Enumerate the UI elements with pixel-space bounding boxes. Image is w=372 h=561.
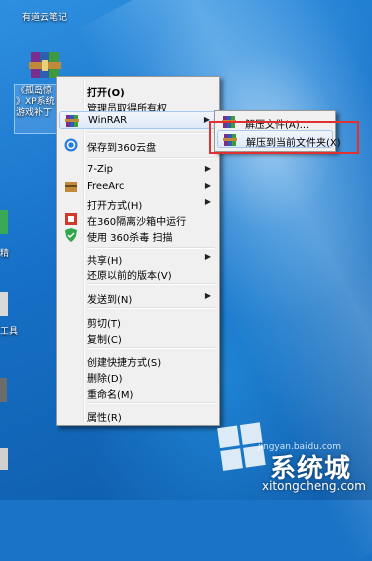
archive-file-label[interactable]: 《孤岛惊 》XP系统 游戏补丁 [16,86,55,119]
menu-item-properties[interactable]: 属性(R) [59,406,217,424]
menu-item-copy[interactable]: 复制(C) [59,328,217,346]
menu-separator [87,132,215,134]
shield-360-icon [65,228,77,242]
menu-separator [87,347,215,349]
menu-item-360-antivirus-scan[interactable]: 使用 360杀毒 扫描 [59,226,217,244]
menu-item-rename[interactable]: 重命名(M) [59,383,217,401]
submenu-arrow-icon: ▶ [204,291,211,300]
desktop-edge-icon [0,448,8,470]
submenu-arrow-icon: ▶ [204,197,211,206]
menu-item-send-to[interactable]: 发送到(N) ▶ [59,288,217,306]
menu-separator [87,402,215,404]
watermark-url: xitongcheng.com [262,479,366,493]
winrar-icon [65,115,79,127]
submenu-arrow-icon: ▶ [204,164,211,173]
desktop-edge-label: 精 [0,249,10,259]
menu-separator [87,307,215,309]
sandbox-icon [65,213,77,225]
menu-separator [87,283,215,285]
submenu-arrow-icon: ▶ [204,252,211,261]
desktop-edge-icon [0,210,8,234]
menu-item-7zip[interactable]: 7-Zip ▶ [59,161,217,179]
desktop-edge-icon [0,378,7,402]
menu-item-winrar[interactable]: WinRAR ▶ [59,111,217,129]
menu-item-restore-previous[interactable]: 还原以前的版本(V) [59,264,217,282]
context-menu: 打开(O) 管理员取得所有权 WinRAR ▶ 保存到360云盘 7-Zip ▶… [56,76,220,426]
desktop-icon-label-youdao[interactable]: 有道云笔记 [22,10,67,23]
menu-item-save-360-cloud[interactable]: 保存到360云盘 [59,136,217,154]
freearc-icon [65,182,77,192]
desktop-edge-icon [0,292,8,316]
cloud-360-icon [64,138,78,152]
submenu-arrow-icon: ▶ [204,181,211,190]
desktop-edge-label: 工具 [0,327,19,337]
annotation-highlight-box [209,121,359,154]
menu-separator [87,157,215,159]
